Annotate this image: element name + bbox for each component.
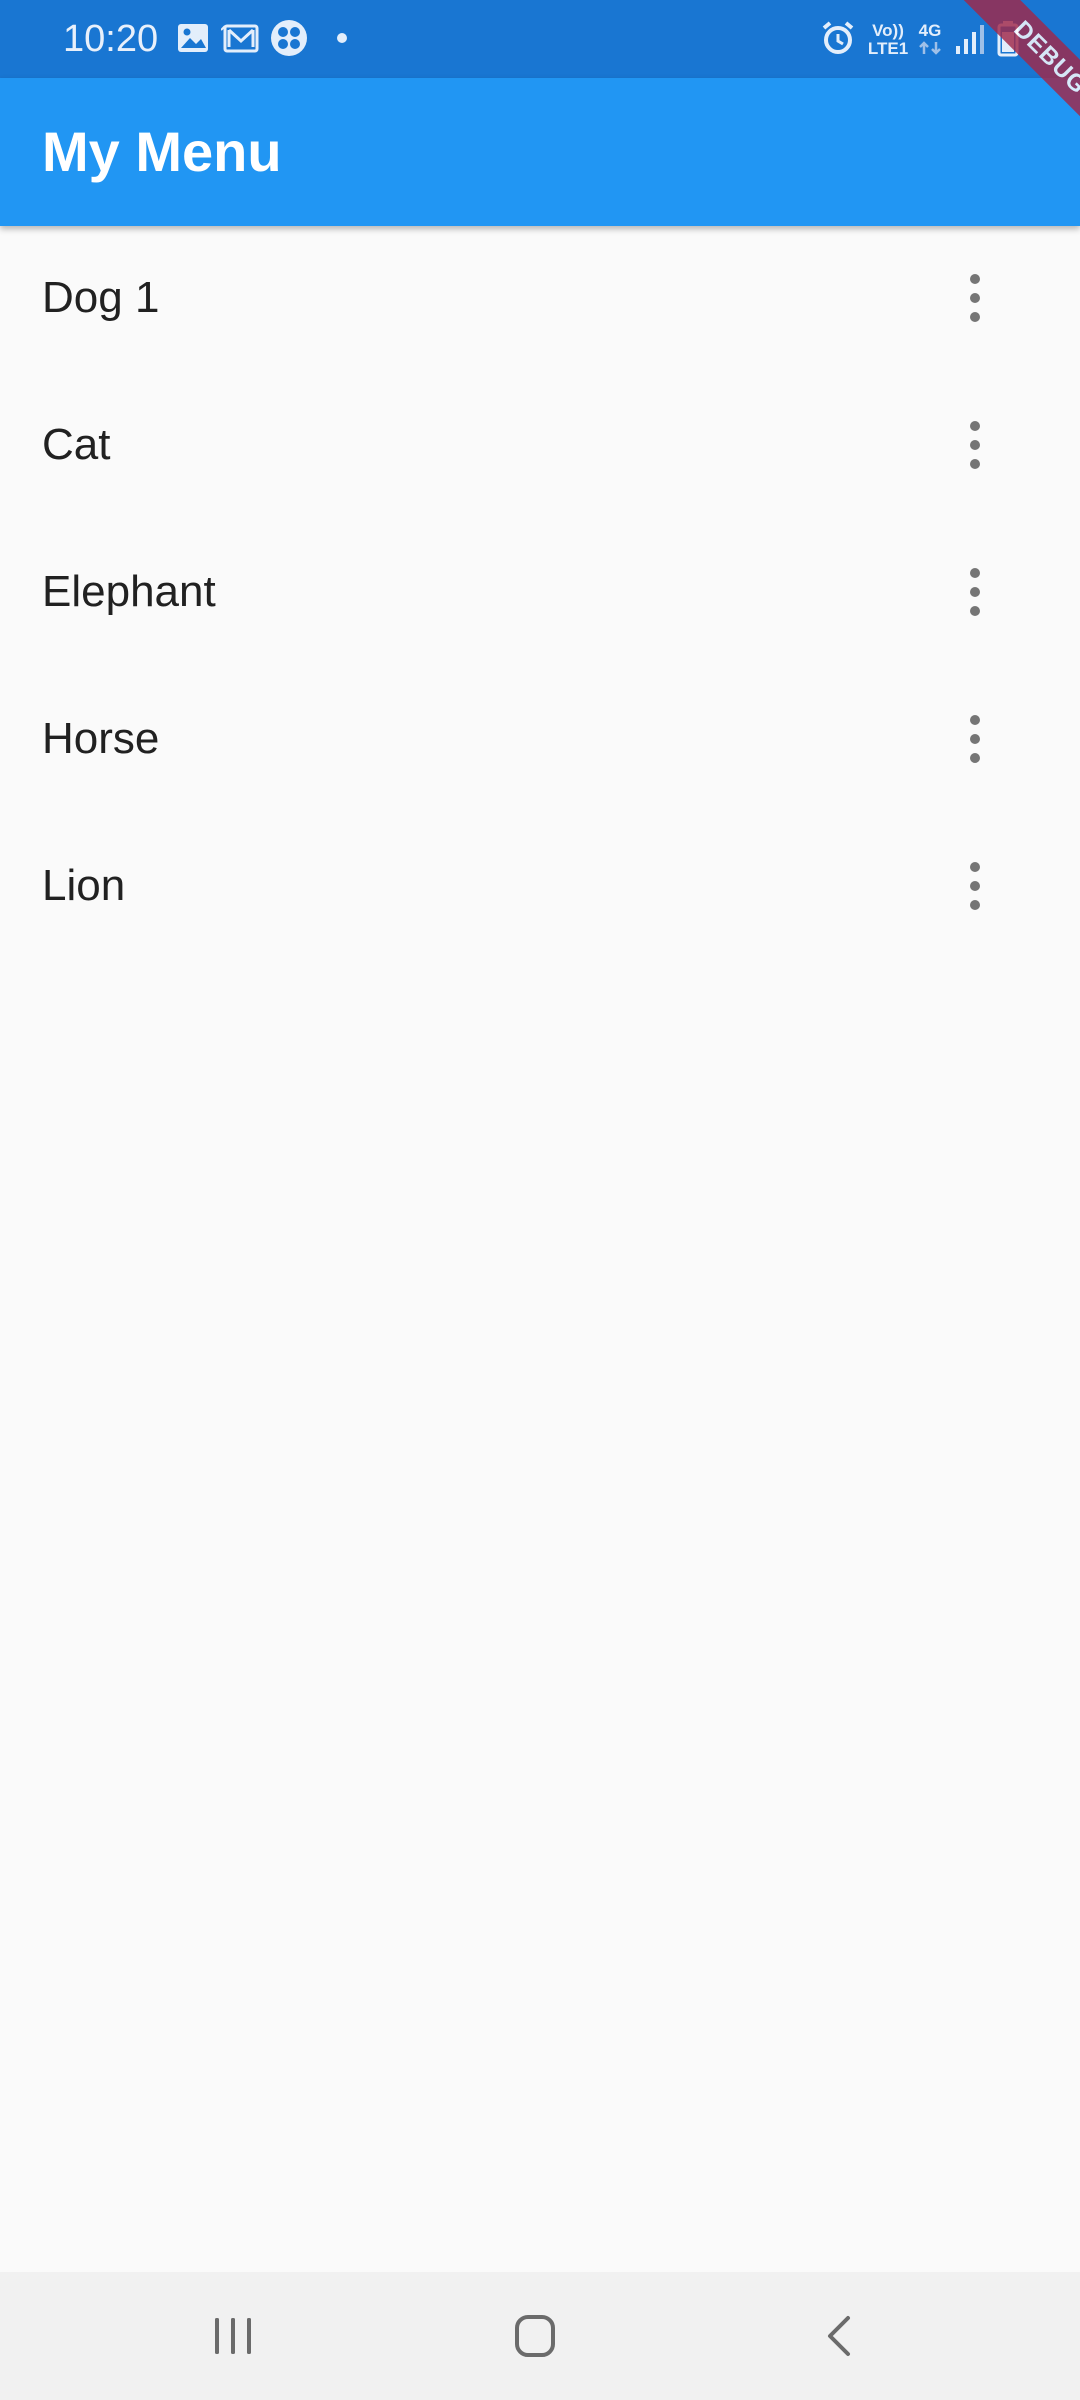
4g-icon: 4G [914, 22, 946, 60]
data-arrows-icon [919, 41, 941, 55]
more-vert-icon[interactable] [940, 260, 1010, 336]
more-vert-icon[interactable] [940, 407, 1010, 483]
list-item[interactable]: Elephant [0, 520, 1080, 667]
list-item[interactable]: Lion [0, 814, 1080, 961]
list-item[interactable]: Dog 1 [0, 226, 1080, 373]
app-bar: My Menu [0, 78, 1080, 226]
list-item[interactable]: Cat [0, 373, 1080, 520]
volte-icon: Vo)) LTE1 [866, 22, 910, 58]
signal-icon [952, 18, 992, 58]
app-icon [269, 18, 309, 58]
navigation-bar [0, 2272, 1080, 2400]
status-bar: 10:20 Vo)) LTE1 4G [0, 0, 1080, 78]
back-icon[interactable] [778, 2296, 898, 2376]
list-item-label: Elephant [42, 567, 216, 616]
list-item-label: Dog 1 [42, 273, 160, 322]
menu-list: Dog 1 Cat Elephant Horse Lion [0, 226, 1080, 961]
network-label: 4G [918, 21, 942, 40]
gmail-icon [220, 18, 261, 58]
list-item-label: Lion [42, 861, 126, 910]
alarm-icon [818, 18, 858, 58]
page-title: My Menu [42, 120, 282, 183]
more-vert-icon[interactable] [940, 554, 1010, 630]
list-item-label: Cat [42, 420, 111, 469]
status-time: 10:20 [63, 18, 159, 60]
lte-label: LTE1 [867, 39, 909, 58]
recents-icon[interactable] [173, 2296, 293, 2376]
dot-icon [322, 18, 362, 58]
more-vert-icon[interactable] [940, 701, 1010, 777]
image-icon [174, 18, 214, 58]
more-vert-icon[interactable] [940, 848, 1010, 924]
screen: 10:20 Vo)) LTE1 4G My Menu DEBUG Dog 1 C… [0, 0, 1080, 2400]
list-item[interactable]: Horse [0, 667, 1080, 814]
battery-icon [994, 18, 1034, 58]
list-item-label: Horse [42, 714, 160, 763]
home-icon[interactable] [475, 2296, 595, 2376]
volte-label: Vo)) [872, 21, 904, 40]
